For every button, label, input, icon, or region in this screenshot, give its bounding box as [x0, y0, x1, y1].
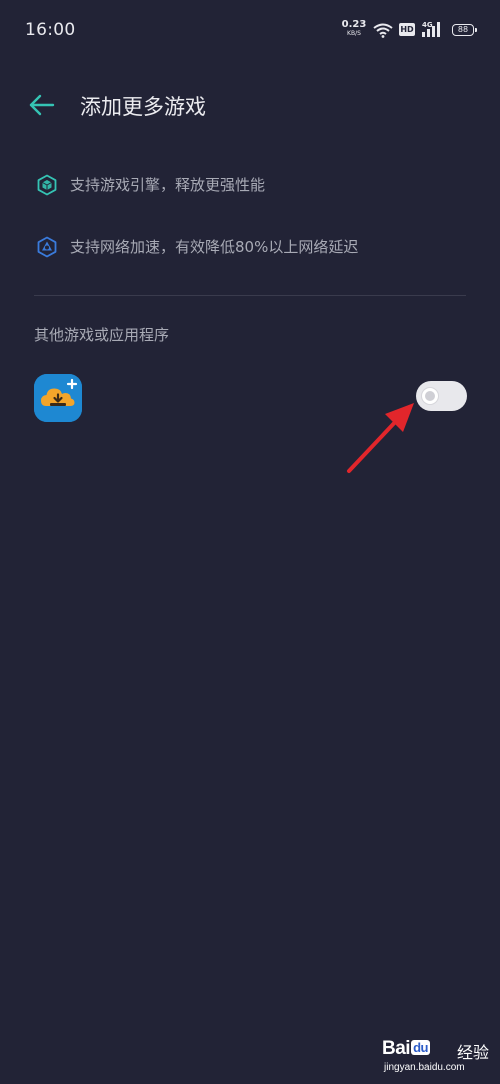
- feature-game-engine: 支持游戏引擎，释放更强性能: [36, 172, 476, 196]
- feature-text: 支持网络加速，有效降低80%以上网络延迟: [70, 238, 359, 256]
- header: 添加更多游戏: [0, 80, 500, 130]
- baidu-watermark: Bai du 经验 jingyan.baidu.com: [382, 1034, 494, 1080]
- page-title: 添加更多游戏: [80, 95, 206, 119]
- app-list-item[interactable]: [0, 368, 500, 428]
- hd-badge: HD: [399, 23, 415, 36]
- feature-network-boost: 支持网络加速，有效降低80%以上网络延迟: [36, 234, 476, 258]
- network-boost-icon: [36, 236, 58, 262]
- status-bar: 16:00 0.23 KB/S HD 4G 88: [0, 0, 500, 62]
- watermark-logo: Bai du: [382, 1038, 431, 1060]
- network-speed-unit: KB/S: [347, 30, 361, 37]
- feature-text: 支持游戏引擎，释放更强性能: [70, 176, 266, 194]
- network-speed-value: 0.23: [341, 19, 367, 30]
- divider: [34, 295, 466, 296]
- watermark-logo-bai: Bai: [382, 1038, 411, 1059]
- watermark-url: jingyan.baidu.com: [384, 1062, 465, 1073]
- toggle-knob: [422, 388, 438, 404]
- back-arrow-icon[interactable]: [28, 92, 58, 118]
- app-toggle-switch[interactable]: [416, 381, 467, 411]
- network-type-label: 4G: [422, 21, 433, 29]
- red-arrow-annotation-icon: [340, 395, 420, 479]
- section-label: 其他游戏或应用程序: [34, 326, 170, 344]
- watermark-logo-du: du: [411, 1040, 430, 1055]
- status-time: 16:00: [25, 20, 76, 40]
- cellular-signal-icon: 4G: [421, 21, 445, 43]
- cloud-download-app-icon: [34, 374, 82, 422]
- cube-icon: [36, 174, 58, 200]
- battery-icon: 88: [452, 24, 477, 36]
- watermark-label: 经验: [457, 1043, 490, 1062]
- network-speed: 0.23 KB/S: [341, 20, 367, 37]
- wifi-icon: [373, 23, 393, 42]
